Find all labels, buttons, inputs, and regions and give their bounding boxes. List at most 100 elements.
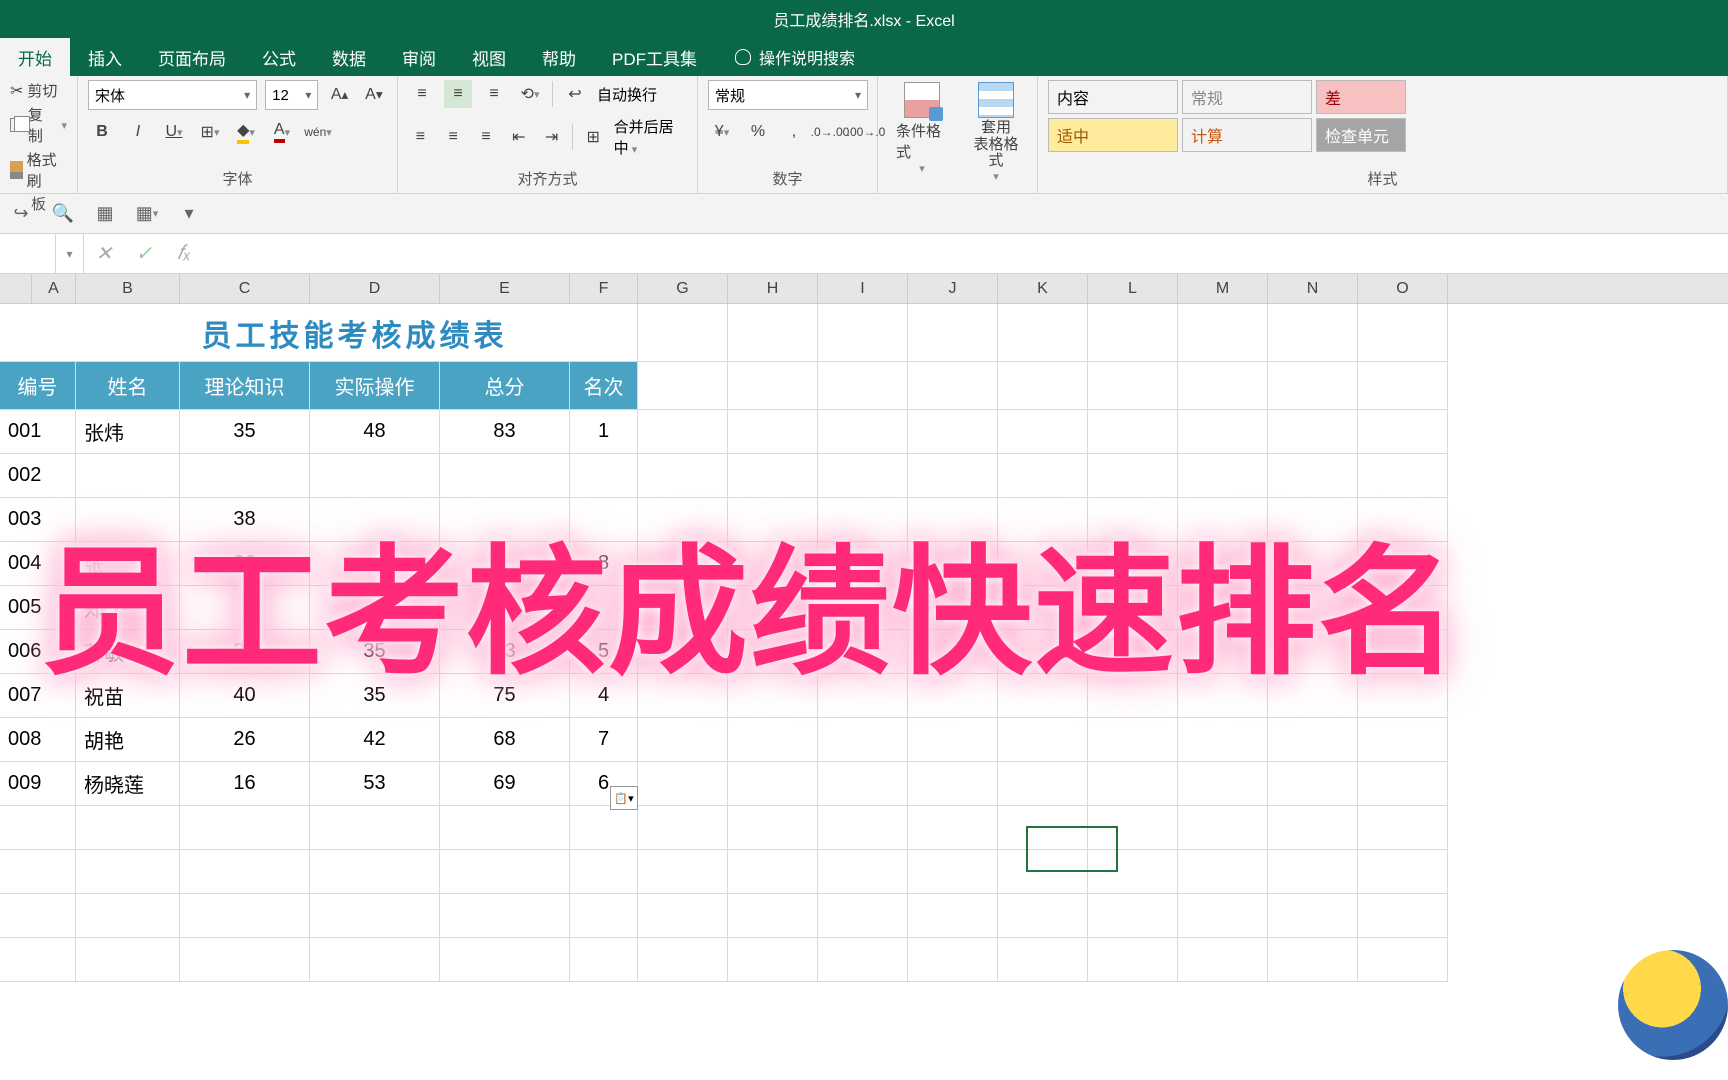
- cell-name[interactable]: [76, 454, 180, 498]
- name-box-dropdown[interactable]: ▾: [56, 234, 84, 273]
- hdr-theory[interactable]: 理论知识: [180, 362, 310, 410]
- cell[interactable]: [1268, 718, 1358, 762]
- cell[interactable]: [998, 362, 1088, 410]
- style-content[interactable]: 内容: [1048, 80, 1178, 114]
- col-header-C[interactable]: C: [180, 274, 310, 303]
- paste-options-button[interactable]: 📋▾: [610, 786, 638, 810]
- cell-practice[interactable]: [310, 454, 440, 498]
- cell-name[interactable]: 杨晓莲: [76, 762, 180, 806]
- cell[interactable]: [570, 894, 638, 938]
- accounting-format-button[interactable]: ¥: [708, 118, 736, 146]
- cell[interactable]: [440, 938, 570, 982]
- cell[interactable]: [1178, 850, 1268, 894]
- cell-theory[interactable]: 35: [180, 410, 310, 454]
- cell[interactable]: [440, 850, 570, 894]
- cell[interactable]: [180, 850, 310, 894]
- cell[interactable]: [728, 850, 818, 894]
- cell[interactable]: [0, 806, 76, 850]
- qat-button-1[interactable]: ▦: [92, 201, 118, 227]
- cell[interactable]: [1088, 362, 1178, 410]
- cell[interactable]: [638, 454, 728, 498]
- cell-total[interactable]: 69: [440, 762, 570, 806]
- cell[interactable]: [310, 850, 440, 894]
- merge-center-button[interactable]: 合并后居中: [614, 116, 687, 158]
- cell[interactable]: [728, 806, 818, 850]
- cell[interactable]: [180, 806, 310, 850]
- cell[interactable]: [1088, 410, 1178, 454]
- hdr-practice[interactable]: 实际操作: [310, 362, 440, 410]
- col-header-E[interactable]: E: [440, 274, 570, 303]
- cell[interactable]: [638, 894, 728, 938]
- cell[interactable]: [1088, 454, 1178, 498]
- tab-home[interactable]: 开始: [0, 38, 70, 76]
- align-right-button[interactable]: ≡: [474, 123, 499, 151]
- cell[interactable]: [1268, 938, 1358, 982]
- cell-total[interactable]: 83: [440, 410, 570, 454]
- cell[interactable]: [638, 410, 728, 454]
- tab-data[interactable]: 数据: [314, 38, 384, 76]
- cell-id[interactable]: 001: [0, 410, 76, 454]
- cell-total[interactable]: [440, 454, 570, 498]
- cell[interactable]: [908, 938, 998, 982]
- cell[interactable]: [310, 938, 440, 982]
- enter-formula-button[interactable]: ✓: [124, 234, 164, 273]
- cell[interactable]: [728, 454, 818, 498]
- cell[interactable]: [1088, 718, 1178, 762]
- cell[interactable]: [1268, 850, 1358, 894]
- cell-rank[interactable]: 7: [570, 718, 638, 762]
- cell[interactable]: [728, 938, 818, 982]
- cell-total[interactable]: 68: [440, 718, 570, 762]
- cell-id[interactable]: 002: [0, 454, 76, 498]
- cell[interactable]: [440, 894, 570, 938]
- cell[interactable]: [1268, 806, 1358, 850]
- number-format-combo[interactable]: 常规▾: [708, 80, 868, 110]
- cell[interactable]: [1358, 806, 1448, 850]
- phonetic-button[interactable]: wén: [304, 118, 332, 146]
- tab-view[interactable]: 视图: [454, 38, 524, 76]
- col-header-J[interactable]: J: [908, 274, 998, 303]
- cell[interactable]: [570, 806, 638, 850]
- hdr-rank[interactable]: 名次: [570, 362, 638, 410]
- cell[interactable]: [908, 304, 998, 362]
- decrease-indent-button[interactable]: ⇤: [506, 123, 531, 151]
- cell[interactable]: [638, 938, 728, 982]
- cell[interactable]: [728, 718, 818, 762]
- font-size-combo[interactable]: 12▾: [265, 80, 318, 110]
- cell[interactable]: [728, 762, 818, 806]
- cell[interactable]: [728, 894, 818, 938]
- tab-insert[interactable]: 插入: [70, 38, 140, 76]
- cell[interactable]: [908, 454, 998, 498]
- cell[interactable]: [728, 410, 818, 454]
- cell[interactable]: [570, 850, 638, 894]
- col-header-N[interactable]: N: [1268, 274, 1358, 303]
- qat-button-2[interactable]: ▦: [134, 201, 160, 227]
- tab-page-layout[interactable]: 页面布局: [140, 38, 244, 76]
- font-name-combo[interactable]: 宋体▾: [88, 80, 257, 110]
- format-painter-button[interactable]: 格式刷: [10, 149, 67, 191]
- cell[interactable]: [998, 718, 1088, 762]
- align-center-button[interactable]: ≡: [441, 123, 466, 151]
- style-neutral[interactable]: 适中: [1048, 118, 1178, 152]
- fill-color-button[interactable]: ◆: [232, 118, 260, 146]
- cell[interactable]: [0, 938, 76, 982]
- cell[interactable]: [1358, 894, 1448, 938]
- cell[interactable]: [908, 806, 998, 850]
- cell[interactable]: [76, 850, 180, 894]
- format-as-table-button[interactable]: 套用 表格格式: [962, 80, 1030, 185]
- cell[interactable]: [180, 894, 310, 938]
- cell[interactable]: [1088, 894, 1178, 938]
- conditional-format-button[interactable]: 条件格式: [888, 80, 956, 177]
- cell[interactable]: [1358, 304, 1448, 362]
- cell[interactable]: [818, 938, 908, 982]
- select-all-corner[interactable]: [0, 274, 32, 303]
- cell[interactable]: [1178, 938, 1268, 982]
- cell[interactable]: [908, 894, 998, 938]
- tab-pdf-tools[interactable]: PDF工具集: [594, 38, 715, 76]
- cell-rank[interactable]: 1: [570, 410, 638, 454]
- align-bottom-button[interactable]: ≡: [480, 80, 508, 108]
- border-button[interactable]: ⊞: [196, 118, 224, 146]
- align-left-button[interactable]: ≡: [408, 123, 433, 151]
- cell-id[interactable]: 008: [0, 718, 76, 762]
- cell-name[interactable]: 张炜: [76, 410, 180, 454]
- cancel-formula-button[interactable]: ✕: [84, 234, 124, 273]
